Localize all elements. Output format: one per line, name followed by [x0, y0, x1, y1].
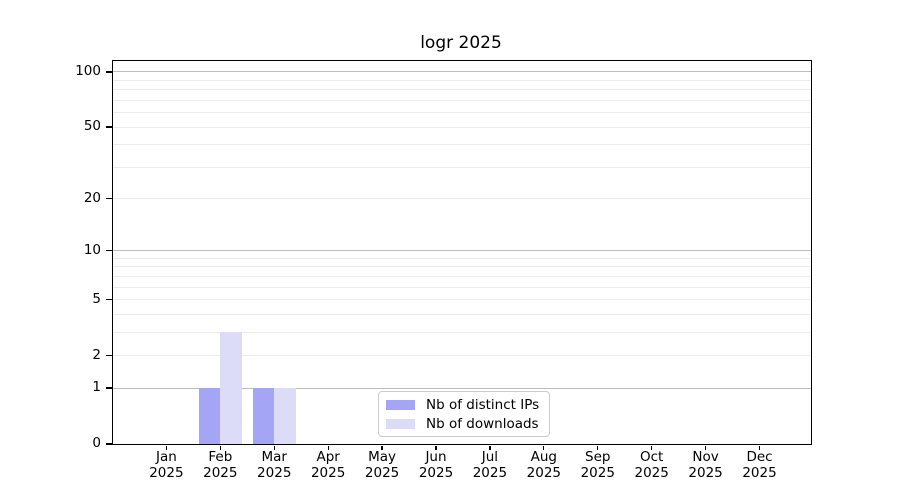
bar-distinct-ips-feb [199, 388, 221, 444]
y-gridline-minor [113, 332, 811, 333]
y-gridline-minor [113, 299, 811, 300]
bar-downloads-feb [220, 332, 242, 444]
y-tick-label: 1 [92, 381, 101, 395]
x-tick-label-may: May 2025 [352, 450, 412, 481]
legend-entry-downloads: Nb of downloads [386, 416, 539, 431]
chart-title: logr 2025 [311, 33, 611, 53]
x-tick-label-apr: Apr 2025 [298, 450, 358, 481]
y-gridline-minor [113, 266, 811, 267]
y-tick-label: 50 [84, 120, 101, 134]
x-tick-label-mar: Mar 2025 [244, 450, 304, 481]
x-tick-label-oct: Oct 2025 [622, 450, 682, 481]
legend: Nb of distinct IPs Nb of downloads [378, 391, 550, 437]
x-tick-label-nov: Nov 2025 [676, 450, 736, 481]
y-gridline-minor [113, 127, 811, 128]
y-gridline-minor [113, 112, 811, 113]
y-gridline-major [113, 250, 811, 251]
y-tick-mark [106, 299, 113, 300]
y-gridline-minor [113, 276, 811, 277]
bar-distinct-ips-mar [253, 388, 275, 444]
y-tick-label: 0 [92, 437, 101, 451]
y-tick-mark [106, 443, 113, 444]
y-gridline-minor [113, 198, 811, 199]
y-gridline-minor [113, 287, 811, 288]
y-tick-label: 2 [92, 349, 101, 363]
y-gridline-minor [113, 167, 811, 168]
x-tick-label-feb: Feb 2025 [190, 450, 250, 481]
legend-label-downloads: Nb of downloads [426, 416, 539, 432]
y-tick-mark [106, 355, 113, 356]
y-tick-label: 20 [84, 192, 101, 206]
y-tick-mark [106, 250, 113, 251]
y-gridline-major [113, 71, 811, 72]
x-tick-label-jul: Jul 2025 [460, 450, 520, 481]
y-gridline-minor [113, 355, 811, 356]
x-tick-label-aug: Aug 2025 [514, 450, 574, 481]
y-gridline-minor [113, 100, 811, 101]
y-tick-mark [106, 198, 113, 199]
y-tick-mark [106, 71, 113, 72]
y-tick-mark [106, 126, 113, 127]
bar-downloads-mar [274, 388, 296, 444]
y-tick-mark [106, 387, 113, 388]
y-tick-label: 10 [84, 244, 101, 258]
y-gridline-minor [113, 89, 811, 90]
y-tick-label: 100 [75, 65, 101, 79]
y-gridline-minor [113, 144, 811, 145]
x-tick-label-jun: Jun 2025 [406, 450, 466, 481]
plot-area [112, 60, 812, 445]
y-gridline-minor [113, 258, 811, 259]
legend-entry-distinct-ips: Nb of distinct IPs [386, 397, 539, 412]
y-gridline-minor [113, 314, 811, 315]
legend-label-distinct-ips: Nb of distinct IPs [426, 397, 539, 413]
distinct-ips-swatch [386, 400, 415, 410]
y-tick-label: 5 [92, 293, 101, 307]
downloads-swatch [386, 419, 415, 429]
x-tick-label-sep: Sep 2025 [568, 450, 628, 481]
figure: logr 2025 0125102050100Jan 2025Feb 2025M… [0, 0, 900, 500]
y-gridline-minor [113, 80, 811, 81]
x-tick-label-dec: Dec 2025 [730, 450, 790, 481]
x-tick-label-jan: Jan 2025 [136, 450, 196, 481]
